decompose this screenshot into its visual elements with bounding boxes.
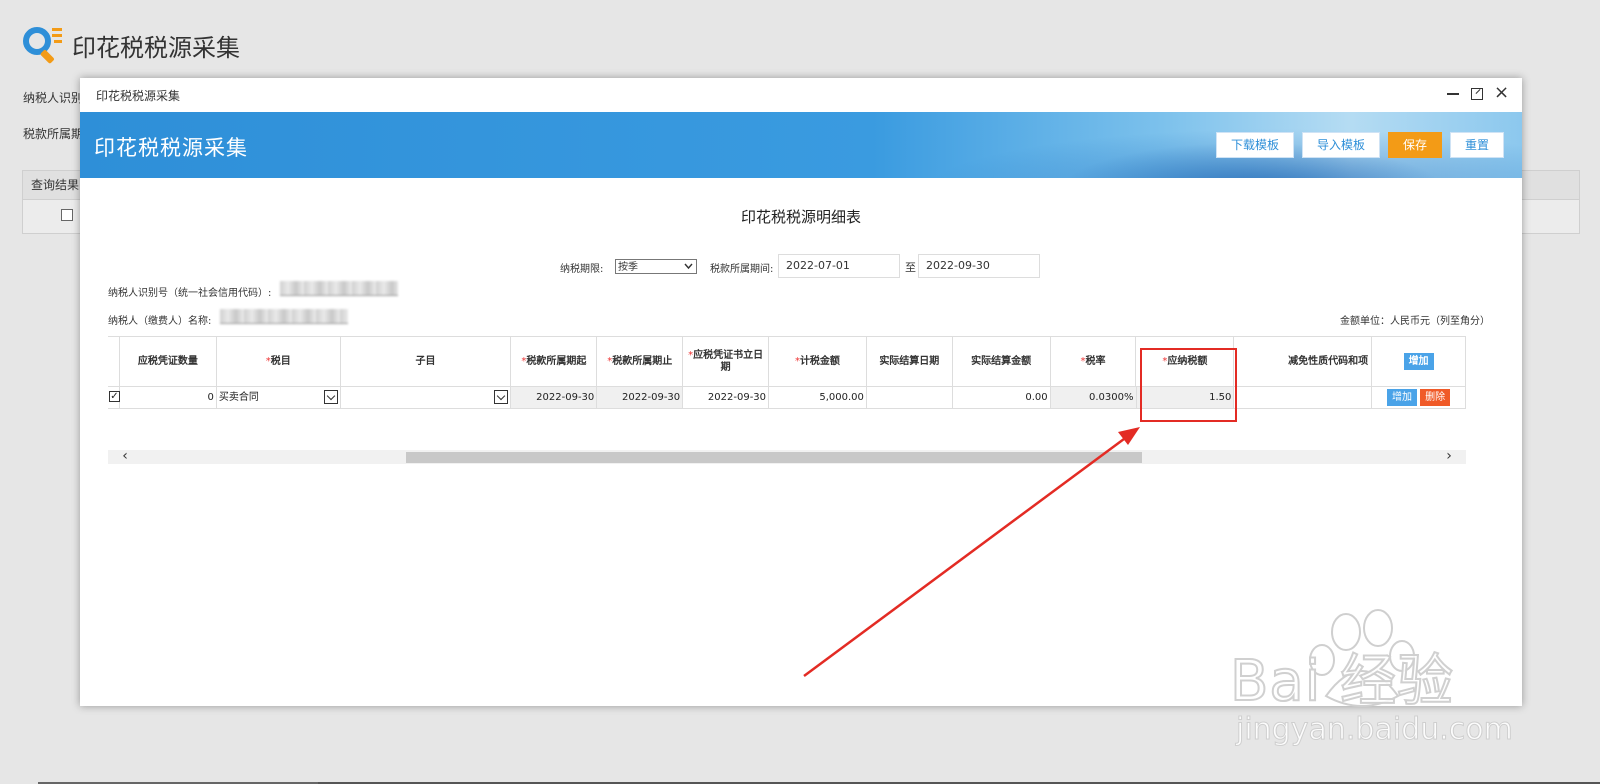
watermark-url: jingyan.baidu.com (1236, 712, 1514, 748)
watermark-brand: Bai 经验 (1229, 648, 1455, 715)
